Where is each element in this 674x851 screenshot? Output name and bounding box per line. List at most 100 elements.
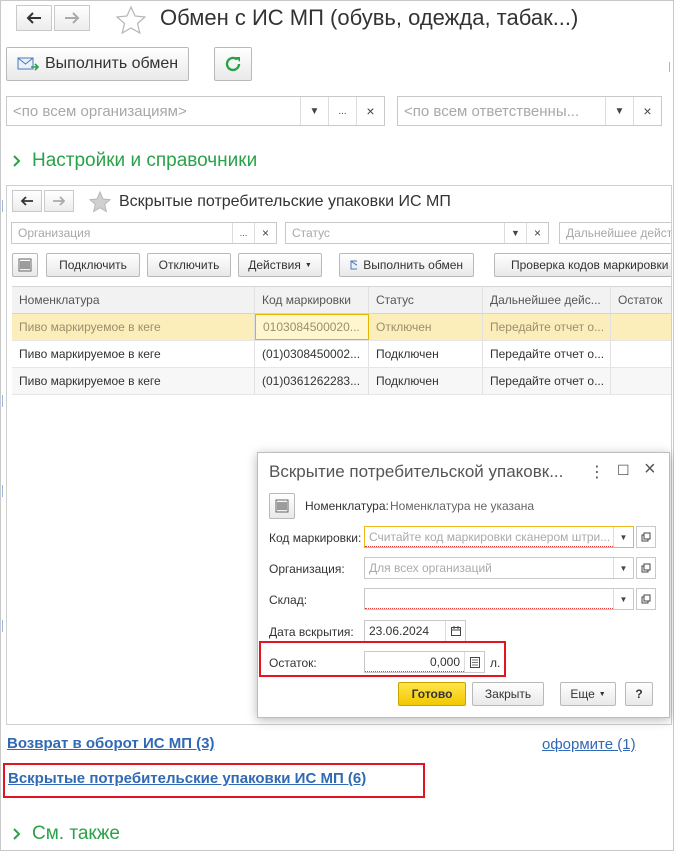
see-also-section-toggle[interactable]: См. также xyxy=(12,823,120,845)
more-vert-icon[interactable]: ⋮ xyxy=(589,462,605,482)
chevron-down-icon[interactable]: ▼ xyxy=(504,223,526,243)
table-row[interactable]: Пиво маркируемое в кеге (01)0361262283..… xyxy=(12,368,671,395)
edge-mark xyxy=(669,62,670,72)
table-cell: Пиво маркируемое в кеге xyxy=(12,314,255,340)
column-header[interactable]: Дальнейшее дейс... xyxy=(483,287,611,313)
edge-mark xyxy=(2,200,3,212)
arrow-right-icon xyxy=(65,12,80,24)
scan-barcode-button[interactable] xyxy=(12,253,38,277)
table-cell: (01)0308450002... xyxy=(255,341,369,367)
dialog-close-button[interactable]: Закрыть xyxy=(472,682,544,706)
more-button[interactable]: Еще ▼ xyxy=(560,682,616,706)
check-codes-button-label: Проверка кодов маркировки xyxy=(511,258,669,272)
responsible-filter-value: <по всем ответственны... xyxy=(404,102,580,120)
date-value: 23.06.2024 xyxy=(369,624,430,638)
table-header: Номенклатура Код маркировки Статус Дальн… xyxy=(12,287,671,314)
table-cell: Передайте отчет о... xyxy=(483,368,611,394)
chevron-right-icon xyxy=(13,155,21,167)
done-button[interactable]: Готово xyxy=(398,682,466,706)
refresh-button[interactable] xyxy=(214,47,252,81)
forward-button[interactable] xyxy=(54,5,90,31)
check-codes-button[interactable]: Проверка кодов маркировки xyxy=(494,253,671,277)
marking-code-input[interactable]: Считайте код маркировки сканером штри...… xyxy=(364,526,634,548)
inner-organization-filter[interactable]: Организация ... × xyxy=(11,222,277,244)
code-label: Код маркировки: xyxy=(269,531,362,545)
exchange-button-label: Выполнить обмен xyxy=(45,55,179,72)
chevron-down-icon[interactable]: ▼ xyxy=(613,527,633,547)
dialog-scan-button[interactable] xyxy=(269,493,295,519)
fill-out-link[interactable]: оформите (1) xyxy=(542,736,636,753)
edge-mark xyxy=(2,395,3,407)
table-cell: Передайте отчет о... xyxy=(483,314,611,340)
calendar-icon[interactable] xyxy=(445,621,465,641)
date-label: Дата вскрытия: xyxy=(269,625,354,639)
organization-label: Организация: xyxy=(269,562,345,576)
arrow-right-icon xyxy=(53,196,66,206)
arrow-left-icon xyxy=(20,196,33,206)
table-cell xyxy=(611,368,671,394)
column-header[interactable]: Статус xyxy=(369,287,483,313)
inner-further-action-filter[interactable]: Дальнейшее действ... xyxy=(559,222,671,244)
organization-input[interactable]: Для всех организаций ▼ xyxy=(364,557,634,579)
exchange-button[interactable]: Выполнить обмен xyxy=(6,47,190,81)
close-icon[interactable]: × xyxy=(644,458,656,481)
more-button-label: Еще xyxy=(570,687,595,701)
settings-section-title: Настройки и справочники xyxy=(32,150,258,171)
connect-button-label: Подключить xyxy=(59,258,127,272)
inner-status-filter[interactable]: Статус ▼ × xyxy=(285,222,549,244)
open-icon[interactable] xyxy=(636,526,656,548)
clear-icon[interactable]: × xyxy=(356,97,384,125)
open-icon[interactable] xyxy=(636,588,656,610)
edge-mark xyxy=(2,485,3,497)
table-cell xyxy=(611,314,671,340)
actions-menu-button[interactable]: Действия ▼ xyxy=(238,253,322,277)
page-title: Обмен с ИС МП (обувь, одежда, табак...) xyxy=(160,5,579,30)
clear-icon[interactable]: × xyxy=(526,223,548,243)
select-dots-button[interactable]: ... xyxy=(232,223,254,243)
inner-window-title: Вскрытые потребительские упаковки ИС МП xyxy=(119,193,451,210)
nomenclature-value: Номенклатура не указана xyxy=(390,499,535,513)
star-icon[interactable] xyxy=(116,5,146,35)
open-icon[interactable] xyxy=(636,557,656,579)
chevron-down-icon[interactable]: ▼ xyxy=(605,97,633,125)
clear-icon[interactable]: × xyxy=(254,223,276,243)
column-header[interactable]: Номенклатура xyxy=(12,287,255,313)
column-header[interactable]: Остаток xyxy=(611,287,671,313)
select-dots-button[interactable]: ... xyxy=(328,97,356,125)
maximize-icon[interactable]: ☐ xyxy=(617,462,630,479)
table-cell: (01)0361262283... xyxy=(255,368,369,394)
stock-input[interactable]: ▼ xyxy=(364,588,634,610)
organization-filter[interactable]: <по всем организациям> ▼ ... × xyxy=(6,96,385,126)
table-row[interactable]: Пиво маркируемое в кеге (01)0308450002..… xyxy=(12,341,671,368)
inner-forward-button[interactable] xyxy=(44,190,74,212)
inner-exchange-button-label: Выполнить обмен xyxy=(363,258,463,272)
table-cell xyxy=(611,341,671,367)
chevron-down-icon[interactable]: ▼ xyxy=(300,97,328,125)
inner-exchange-button[interactable]: Выполнить обмен xyxy=(339,253,474,277)
opened-packages-highlight xyxy=(3,763,425,798)
mail-exchange-icon xyxy=(17,57,39,71)
settings-section-toggle[interactable]: Настройки и справочники xyxy=(12,150,257,172)
date-input[interactable]: 23.06.2024 xyxy=(364,620,466,642)
dialog-close-button-label: Закрыть xyxy=(484,687,532,701)
return-to-circulation-link[interactable]: Возврат в оборот ИС МП (3) xyxy=(7,735,215,752)
stock-value xyxy=(365,589,613,609)
chevron-down-icon: ▼ xyxy=(598,690,606,698)
responsible-filter[interactable]: <по всем ответственны... ▼ × xyxy=(397,96,662,126)
chevron-down-icon[interactable]: ▼ xyxy=(613,589,633,609)
table-row[interactable]: Пиво маркируемое в кеге 0103084500020...… xyxy=(12,314,671,341)
disconnect-button[interactable]: Отключить xyxy=(147,253,231,277)
table-cell: Отключен xyxy=(369,314,483,340)
clear-icon[interactable]: × xyxy=(633,97,661,125)
star-icon[interactable] xyxy=(89,191,111,213)
refresh-icon xyxy=(225,56,241,72)
help-button[interactable]: ? xyxy=(625,682,653,706)
organization-placeholder: Для всех организаций xyxy=(369,561,492,575)
back-button[interactable] xyxy=(16,5,52,31)
table-cell: Пиво маркируемое в кеге xyxy=(12,368,255,394)
connect-button[interactable]: Подключить xyxy=(46,253,140,277)
inner-back-button[interactable] xyxy=(12,190,42,212)
chevron-down-icon[interactable]: ▼ xyxy=(613,558,633,578)
stock-label: Склад: xyxy=(269,593,308,607)
column-header[interactable]: Код маркировки xyxy=(255,287,369,313)
